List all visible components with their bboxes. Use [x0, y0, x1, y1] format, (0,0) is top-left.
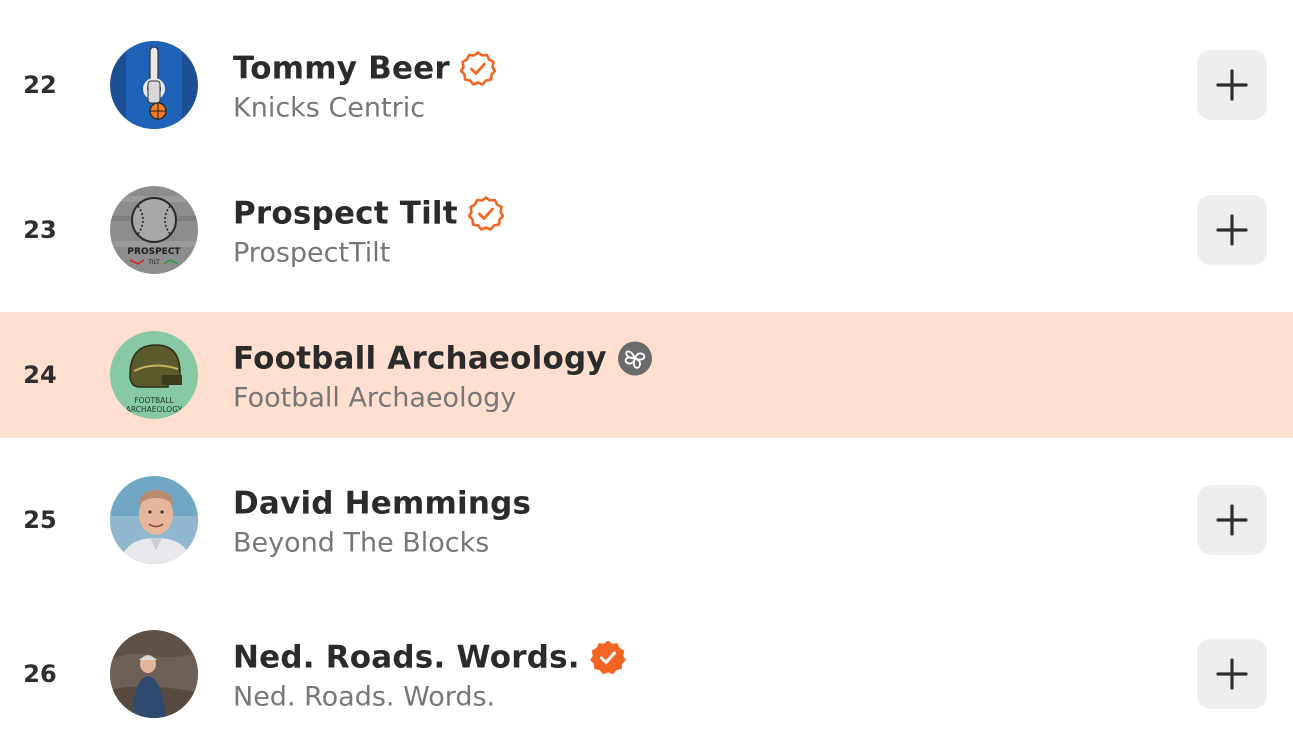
leaderboard-list: 22 Tommy Beer Knicks Centric 23 PROSPECT…: [0, 0, 1293, 756]
svg-text:TILT: TILT: [147, 259, 160, 266]
list-item[interactable]: 23 PROSPECT TILT Prospect Tilt ProspectT…: [0, 167, 1293, 293]
verified-outline-icon: [459, 51, 496, 87]
publication-name: Ned. Roads. Words.: [233, 681, 496, 713]
author-name[interactable]: Ned. Roads. Words.: [233, 640, 580, 676]
add-button[interactable]: [1197, 195, 1267, 265]
avatar[interactable]: PROSPECT TILT: [110, 186, 198, 274]
avatar[interactable]: [110, 630, 198, 718]
author-name[interactable]: David Hemmings: [233, 486, 531, 522]
svg-text:PROSPECT: PROSPECT: [127, 247, 181, 257]
list-item[interactable]: 25 David Hemmings Beyond The Blocks: [0, 457, 1293, 583]
item-text: Tommy Beer Knicks Centric: [233, 47, 496, 124]
plus-icon: [1216, 69, 1248, 101]
list-item-highlighted[interactable]: 24 FOOTBALL ARCHAEOLOGY Football Archaeo…: [0, 312, 1293, 438]
rank-number: 22: [23, 71, 57, 99]
list-item[interactable]: 22 Tommy Beer Knicks Centric: [0, 22, 1293, 148]
plus-icon: [1216, 658, 1248, 690]
publication-name: ProspectTilt: [233, 237, 391, 269]
rank-number: 24: [23, 361, 57, 389]
bestseller-icon: [617, 341, 653, 377]
avatar[interactable]: [110, 41, 198, 129]
svg-text:ARCHAEOLOGY: ARCHAEOLOGY: [126, 405, 183, 414]
verified-outline-icon: [467, 196, 504, 232]
publication-name: Beyond The Blocks: [233, 527, 490, 559]
avatar[interactable]: [110, 476, 198, 564]
rank-number: 23: [23, 216, 57, 244]
plus-icon: [1216, 504, 1248, 536]
plus-icon: [1216, 214, 1248, 246]
author-name[interactable]: Prospect Tilt: [233, 196, 458, 232]
svg-text:FOOTBALL: FOOTBALL: [134, 396, 174, 405]
rank-number: 25: [23, 506, 57, 534]
avatar[interactable]: FOOTBALL ARCHAEOLOGY: [110, 331, 198, 419]
list-item[interactable]: 26 Ned. Roads. Words. Ned. Roads. Words.: [0, 611, 1293, 737]
publication-name: Football Archaeology: [233, 382, 517, 414]
item-text: David Hemmings Beyond The Blocks: [233, 482, 531, 559]
add-button[interactable]: [1197, 639, 1267, 709]
publication-name: Knicks Centric: [233, 92, 426, 124]
add-button[interactable]: [1197, 50, 1267, 120]
author-name[interactable]: Tommy Beer: [233, 51, 450, 87]
item-text: Prospect Tilt ProspectTilt: [233, 192, 504, 269]
verified-filled-icon: [589, 640, 626, 676]
add-button[interactable]: [1197, 485, 1267, 555]
rank-number: 26: [23, 660, 57, 688]
author-name[interactable]: Football Archaeology: [233, 341, 607, 377]
item-text: Ned. Roads. Words. Ned. Roads. Words.: [233, 636, 626, 713]
item-text: Football Archaeology Football Archaeolog…: [233, 337, 653, 414]
